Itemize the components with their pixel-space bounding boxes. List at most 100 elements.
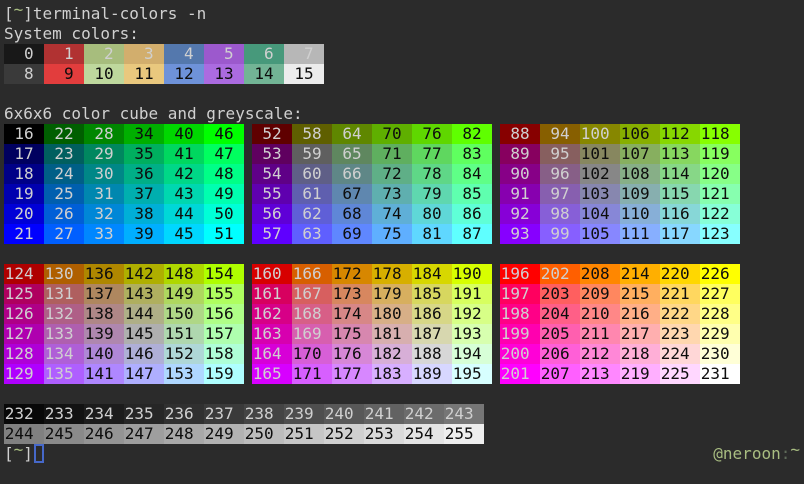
color-cell-203: 203 (540, 284, 580, 304)
color-cell-41: 41 (164, 144, 204, 164)
color-cell-212: 212 (580, 344, 620, 364)
color-cell-201: 201 (500, 364, 540, 384)
color-cell-227: 227 (700, 284, 740, 304)
color-cell-1: 1 (44, 44, 84, 64)
cube-group2-row-0: 124 130 136 142 148 154 160 166 172 178 … (4, 264, 800, 284)
color-cell-121: 121 (700, 184, 740, 204)
color-cell-51: 51 (204, 224, 244, 244)
color-cell-145: 145 (124, 324, 164, 344)
prompt-path-tilde: ~ (14, 440, 24, 460)
color-cell-160: 160 (252, 264, 292, 284)
color-cell-54: 54 (252, 164, 292, 184)
block-gap (492, 324, 500, 344)
color-cell-15: 15 (284, 64, 324, 84)
block-gap (244, 184, 252, 204)
blank-line (4, 384, 800, 404)
color-cell-29: 29 (84, 144, 124, 164)
prompt-bracket-open: [ (4, 444, 14, 464)
color-cell-125: 125 (4, 284, 44, 304)
color-cell-39: 39 (124, 224, 164, 244)
color-cell-118: 118 (700, 124, 740, 144)
color-cell-63: 63 (292, 224, 332, 244)
color-cell-73: 73 (372, 184, 412, 204)
block-gap (492, 224, 500, 244)
color-cell-102: 102 (580, 164, 620, 184)
color-cell-74: 74 (372, 204, 412, 224)
color-cell-225: 225 (660, 364, 700, 384)
block-gap (492, 184, 500, 204)
color-cell-116: 116 (660, 204, 700, 224)
color-cell-117: 117 (660, 224, 700, 244)
color-cell-65: 65 (332, 144, 372, 164)
color-cell-150: 150 (164, 304, 204, 324)
terminal-window[interactable]: [~]terminal-colors -n System colors: 0 1… (0, 0, 804, 484)
color-cell-186: 186 (412, 304, 452, 324)
color-cell-126: 126 (4, 304, 44, 324)
color-cell-70: 70 (372, 124, 412, 144)
color-cell-50: 50 (204, 204, 244, 224)
command-line-top: [~]terminal-colors -n (4, 4, 800, 24)
color-cell-79: 79 (412, 184, 452, 204)
color-cell-231: 231 (700, 364, 740, 384)
color-cell-138: 138 (84, 304, 124, 324)
color-cell-48: 48 (204, 164, 244, 184)
color-cell-149: 149 (164, 284, 204, 304)
cube-group2-row-3: 127 133 139 145 151 157 163 169 175 181 … (4, 324, 800, 344)
color-cell-44: 44 (164, 204, 204, 224)
color-cell-202: 202 (540, 264, 580, 284)
color-cell-200: 200 (500, 344, 540, 364)
cube-group1-row-1: 17 23 29 35 41 47 53 59 65 71 77 83 89 9… (4, 144, 800, 164)
color-cell-167: 167 (292, 284, 332, 304)
color-cell-185: 185 (412, 284, 452, 304)
color-cell-180: 180 (372, 304, 412, 324)
color-cell-46: 46 (204, 124, 244, 144)
color-cell-35: 35 (124, 144, 164, 164)
color-cell-228: 228 (700, 304, 740, 324)
color-cell-221: 221 (660, 284, 700, 304)
color-cell-12: 12 (164, 64, 204, 84)
block-gap (244, 344, 252, 364)
color-cell-224: 224 (660, 344, 700, 364)
color-cell-189: 189 (412, 364, 452, 384)
color-cell-127: 127 (4, 324, 44, 344)
color-cell-164: 164 (252, 344, 292, 364)
block-gap (492, 164, 500, 184)
color-cell-53: 53 (252, 144, 292, 164)
color-cell-61: 61 (292, 184, 332, 204)
color-cell-170: 170 (292, 344, 332, 364)
color-cell-22: 22 (44, 124, 84, 144)
color-cell-25: 25 (44, 184, 84, 204)
block-gap (492, 204, 500, 224)
block-gap (492, 264, 500, 284)
color-cell-234: 234 (84, 404, 124, 424)
color-cell-82: 82 (452, 124, 492, 144)
color-cell-101: 101 (580, 144, 620, 164)
color-cell-249: 249 (204, 424, 244, 444)
color-cell-187: 187 (412, 324, 452, 344)
color-cell-52: 52 (252, 124, 292, 144)
color-cell-179: 179 (372, 284, 412, 304)
color-cell-205: 205 (540, 324, 580, 344)
color-cell-134: 134 (44, 344, 84, 364)
color-cell-75: 75 (372, 224, 412, 244)
color-cell-107: 107 (620, 144, 660, 164)
block-gap (244, 204, 252, 224)
color-cell-43: 43 (164, 184, 204, 204)
color-cell-89: 89 (500, 144, 540, 164)
color-cell-255: 255 (444, 424, 484, 444)
cube-title-text: 6x6x6 color cube and greyscale: (4, 104, 303, 124)
color-cell-88: 88 (500, 124, 540, 144)
color-cell-178: 178 (372, 264, 412, 284)
color-cell-226: 226 (700, 264, 740, 284)
color-cell-27: 27 (44, 224, 84, 244)
color-cell-94: 94 (540, 124, 580, 144)
color-cell-206: 206 (540, 344, 580, 364)
right-prompt-host: @neroon (713, 444, 780, 463)
color-cell-49: 49 (204, 184, 244, 204)
color-cell-67: 67 (332, 184, 372, 204)
color-cell-182: 182 (372, 344, 412, 364)
color-cell-16: 16 (4, 124, 44, 144)
color-cell-33: 33 (84, 224, 124, 244)
color-cell-217: 217 (620, 324, 660, 344)
color-cell-137: 137 (84, 284, 124, 304)
